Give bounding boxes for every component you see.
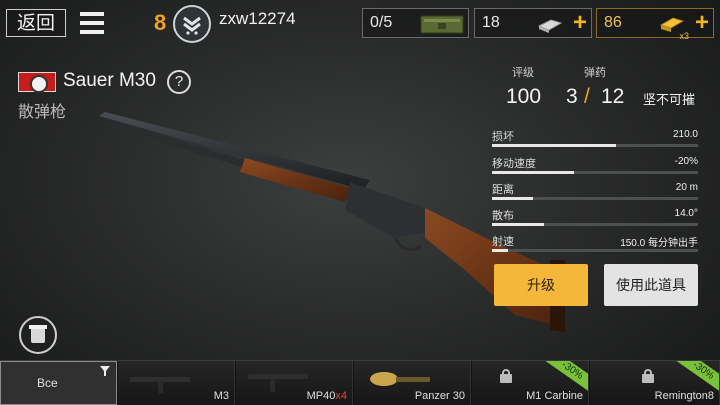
ammo-max: 12 (601, 85, 625, 108)
gold-multiplier: x3 (679, 31, 689, 41)
weapon-slot-mp40[interactable]: MP40x4 (236, 361, 353, 405)
stat-bar (492, 171, 575, 174)
weapon-slot-panzer[interactable]: Panzer 30 (354, 361, 471, 405)
stat-move-speed: 移动速度 -20% (492, 155, 698, 177)
weapon-slot-name: MP40x4 (306, 390, 347, 402)
stat-damage: 损坏 210.0 (492, 128, 698, 150)
weapon-name: Sauer M30 (63, 70, 156, 91)
add-gold-icon[interactable]: + (695, 11, 709, 35)
m3-gun-icon (130, 377, 190, 393)
stat-spread: 散布 14.0° (492, 207, 698, 229)
stat-bar (492, 197, 534, 200)
silver-count: 18 (482, 14, 500, 31)
weapon-slot-name: M1 Carbine (526, 390, 583, 402)
stat-bar (492, 223, 544, 226)
lock-icon (500, 369, 512, 383)
rank-level: 8 (154, 10, 167, 35)
stat-value: 210.0 (672, 129, 698, 140)
ammo-crate-count: 0/5 (370, 14, 393, 31)
rank-chevron-icon (173, 5, 211, 43)
weapon-type: 散弹枪 (18, 104, 67, 121)
stat-bar (492, 144, 616, 147)
gold-count: 86 (604, 14, 622, 31)
player-name: zxw12274 (219, 9, 296, 28)
upgrade-button[interactable]: 升级 (494, 264, 588, 306)
stat-value: -20% (674, 156, 698, 167)
silver-resource[interactable]: 18 + (474, 8, 592, 38)
weapon-slot-m1-carbine[interactable]: -30% M1 Carbine (472, 361, 589, 405)
ammo-current: 3 (566, 85, 578, 108)
stat-value: 150.0 每分钟出手 (620, 238, 698, 249)
gold-resource[interactable]: 86 x3 + (596, 8, 714, 41)
rating-value: 100 (506, 85, 542, 108)
weapon-slot-name: Remington8 (654, 390, 714, 402)
stat-label: 损坏 (492, 131, 514, 143)
stat-label: 移动速度 (492, 158, 536, 170)
stat-label: 距离 (492, 184, 514, 196)
rating-label: 评级 (512, 67, 534, 79)
weapon-slot-m3[interactable]: M3 (118, 361, 235, 405)
filter-all-button[interactable]: Все (0, 361, 117, 405)
stat-range: 距离 20 m (492, 181, 698, 203)
paint-bucket-icon[interactable] (19, 316, 57, 354)
add-silver-icon[interactable]: + (573, 11, 587, 35)
stat-value: 14.0° (674, 208, 698, 219)
ammo-crate-icon (420, 15, 464, 34)
weapon-slot-name: M3 (213, 390, 229, 402)
ammo-separator: / (584, 85, 590, 108)
menu-icon[interactable] (80, 12, 104, 34)
stat-fire-rate: 射速 150.0 每分钟出手 (492, 233, 698, 255)
stat-label: 射速 (492, 236, 514, 248)
filter-label: Все (37, 376, 58, 390)
durability-value: 坚不可摧 (643, 92, 696, 107)
use-item-button[interactable]: 使用此道具 (604, 264, 698, 306)
filter-icon (100, 366, 110, 376)
nation-flag-icon (18, 72, 56, 93)
stat-value: 20 m (675, 182, 698, 193)
stat-label: 散布 (492, 210, 514, 222)
mp40-gun-icon (248, 374, 308, 392)
stat-bar (492, 249, 509, 252)
weapon-slot-remington[interactable]: -30% Remington8 (590, 361, 720, 405)
help-icon[interactable]: ? (167, 70, 191, 94)
ammo-label: 弹药 (584, 67, 606, 79)
ammo-crate-resource[interactable]: 0/5 (362, 8, 469, 38)
lock-icon (642, 369, 654, 383)
back-button[interactable]: 返回 (6, 9, 66, 37)
silver-bars-icon (537, 19, 563, 33)
weapon-slot-name: Panzer 30 (414, 390, 465, 402)
